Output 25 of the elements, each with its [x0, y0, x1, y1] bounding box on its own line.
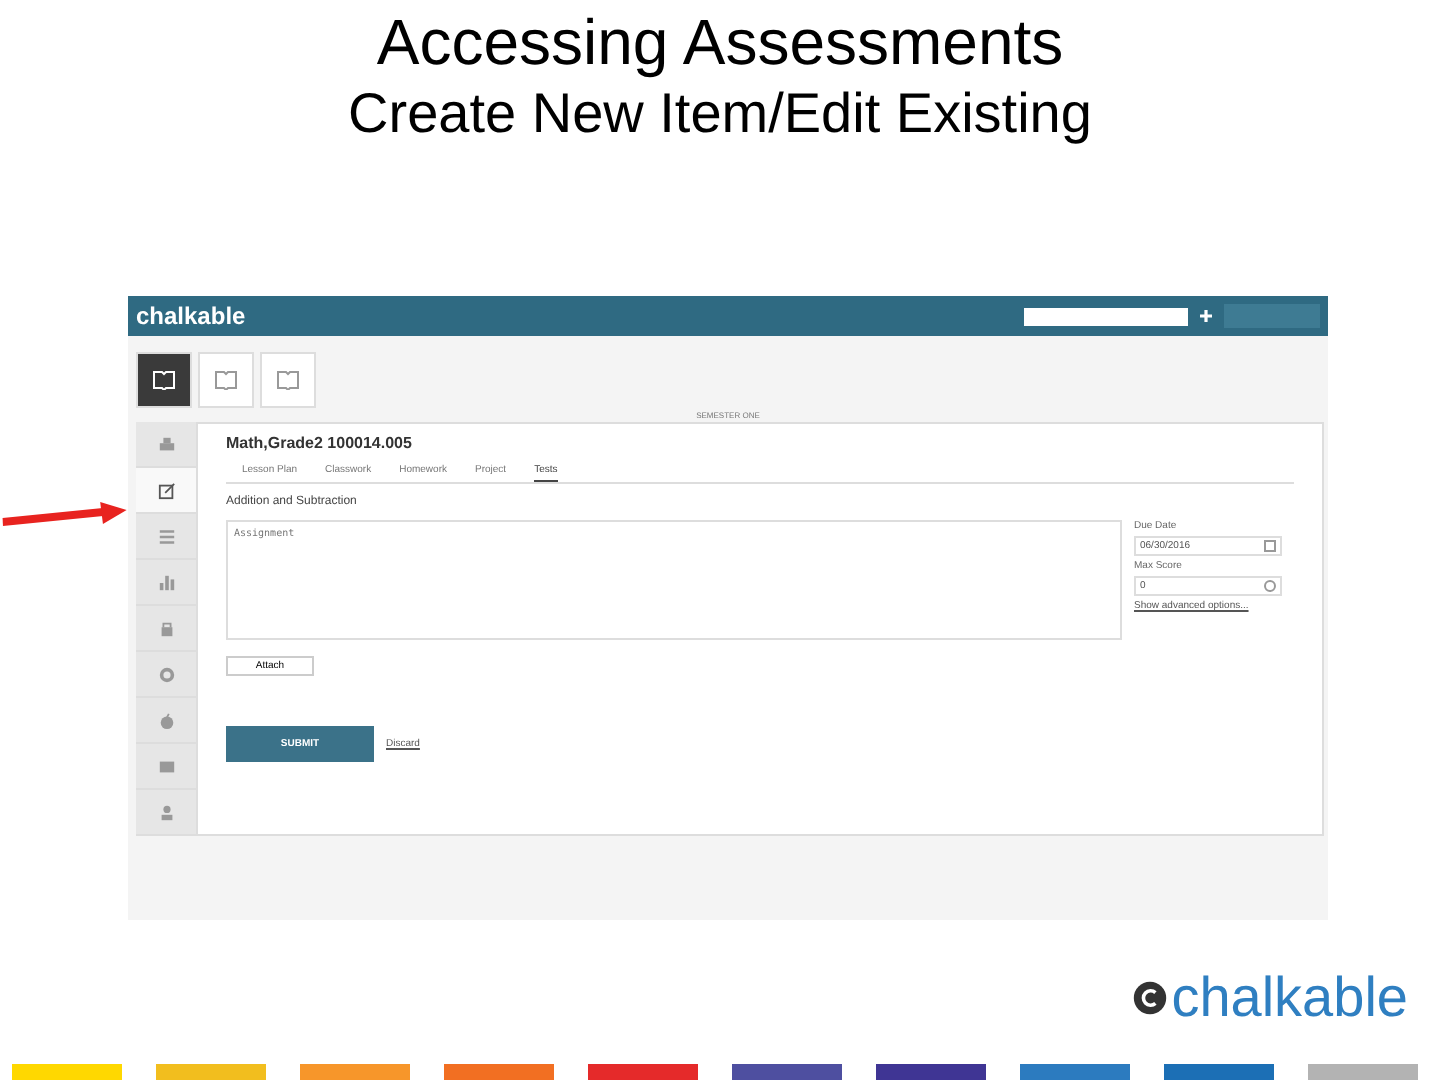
pointer-arrow	[0, 500, 128, 532]
printer-icon	[157, 435, 175, 453]
logo-text: chalkable	[1171, 968, 1408, 1028]
slide-subtitle: Create New Item/Edit Existing	[348, 80, 1092, 148]
calendar-icon	[1264, 540, 1276, 552]
chart-icon	[157, 573, 175, 591]
slide-title: Accessing Assessments	[376, 4, 1064, 80]
gear-icon	[157, 665, 175, 683]
class-name: Math,Grade2 100014.005	[226, 434, 414, 452]
sidebar-item[interactable]	[136, 468, 196, 514]
book-icon	[214, 370, 238, 390]
lock-icon	[157, 619, 175, 637]
person-icon	[157, 803, 175, 821]
edit-icon	[157, 481, 175, 499]
class-tile[interactable]	[136, 352, 192, 408]
search-field[interactable]	[1024, 307, 1188, 325]
plus-icon[interactable]	[1198, 308, 1214, 324]
list-icon	[157, 527, 175, 545]
logo-icon	[1131, 980, 1168, 1016]
brand-logo: chalkable	[136, 302, 246, 330]
book-icon	[276, 370, 300, 390]
class-tile[interactable]	[198, 352, 254, 408]
book-icon	[152, 370, 176, 390]
apple-icon	[157, 711, 175, 729]
class-tile[interactable]	[260, 352, 316, 408]
